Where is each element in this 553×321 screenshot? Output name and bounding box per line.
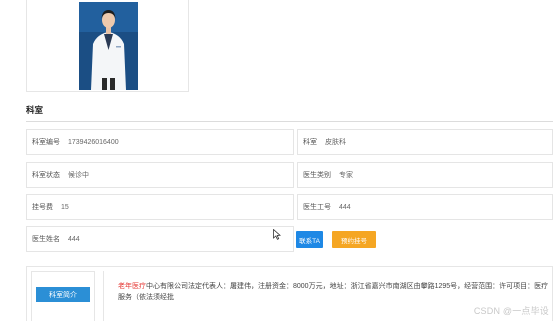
field-value: 候诊中	[68, 172, 89, 179]
field-label: 医生姓名	[32, 236, 60, 243]
field-label: 科室状态	[32, 172, 60, 179]
field-value: 444	[68, 235, 80, 243]
field-label: 科室	[303, 139, 317, 146]
watermark: CSDN @一点毕设	[473, 306, 549, 316]
field-dept-code: 科室编号 1739426016400	[26, 129, 294, 155]
field-value: 15	[61, 203, 69, 211]
intro-brand: 老年医疗	[118, 283, 146, 290]
field-value: 1739426016400	[68, 138, 119, 146]
book-appointment-button[interactable]: 预约挂号	[332, 231, 376, 248]
field-label: 医生工号	[303, 204, 331, 211]
field-doctor-type: 医生类别 专家	[297, 162, 553, 188]
field-label: 挂号费	[32, 204, 53, 211]
field-value: 444	[339, 203, 351, 211]
field-value: 专家	[339, 172, 353, 179]
dept-intro-button[interactable]: 科室简介	[36, 287, 90, 302]
field-label: 医生类别	[303, 172, 331, 179]
intro-body: 中心有限公司法定代表人：屠建伟，注册资金：8000万元，地址：浙江省嘉兴市南湖区…	[118, 283, 549, 301]
doctor-photo-card	[26, 0, 189, 92]
field-reg-fee: 挂号费 15	[26, 194, 294, 220]
field-label: 科室编号	[32, 139, 60, 146]
field-value: 皮肤科	[325, 139, 346, 146]
field-dept: 科室 皮肤科	[297, 129, 553, 155]
field-dept-status: 科室状态 候诊中	[26, 162, 294, 188]
field-doctor-no: 医生工号 444	[297, 194, 553, 220]
contact-button[interactable]: 联系TA	[296, 231, 323, 248]
field-doctor-name: 医生姓名 444	[26, 226, 294, 252]
section-divider	[26, 121, 553, 122]
section-title: 科室	[26, 105, 44, 115]
doctor-photo	[79, 2, 138, 90]
mouse-cursor-icon	[273, 229, 281, 240]
